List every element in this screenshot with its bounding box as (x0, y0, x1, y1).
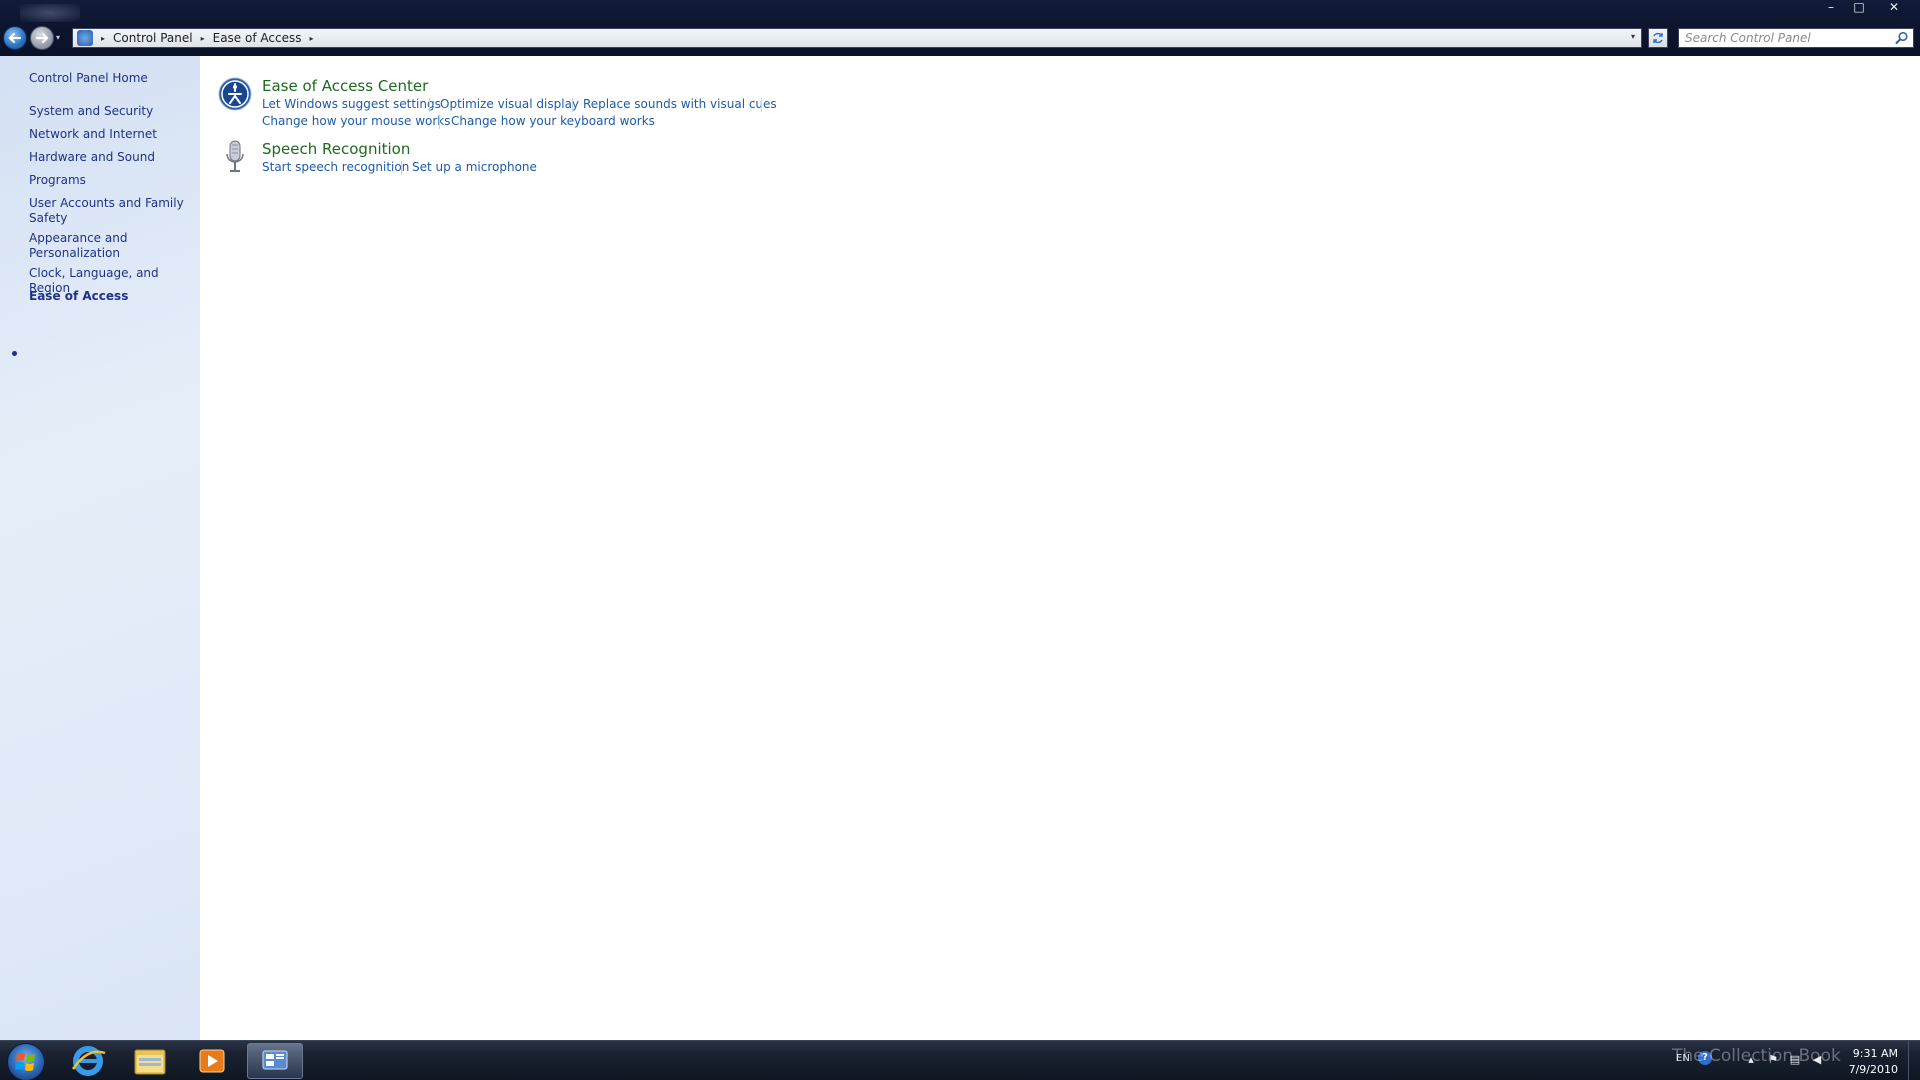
arrow-right-icon (35, 32, 49, 44)
taskbar-windows-explorer[interactable] (125, 1043, 175, 1079)
link-optimize-visual-display[interactable]: Optimize visual display (440, 97, 579, 111)
breadcrumb-separator[interactable]: ▸ (309, 34, 313, 43)
show-desktop-button[interactable] (1908, 1041, 1920, 1080)
minimize-button[interactable]: – (1818, 0, 1844, 16)
refresh-button[interactable] (1648, 28, 1668, 48)
breadcrumb-control-panel[interactable]: Control Panel (113, 31, 193, 45)
sidebar-item-network-and-internet[interactable]: Network and Internet (29, 127, 194, 142)
link-change-mouse[interactable]: Change how your mouse works (262, 114, 451, 128)
search-icon[interactable] (1895, 31, 1909, 45)
sidebar-item-hardware-and-sound[interactable]: Hardware and Sound (29, 150, 194, 165)
back-button[interactable] (3, 26, 27, 50)
breadcrumb-separator[interactable]: ▸ (201, 34, 205, 43)
forward-button[interactable] (30, 26, 54, 50)
arrow-left-icon (8, 32, 22, 44)
caption-buttons: – □ ✕ (1818, 0, 1914, 16)
link-divider (429, 98, 430, 112)
start-button[interactable] (7, 1043, 45, 1080)
link-start-speech-recognition[interactable]: Start speech recognition (262, 160, 409, 174)
taskbar-internet-explorer[interactable] (63, 1043, 113, 1079)
link-divider (761, 98, 762, 112)
maximize-button[interactable]: □ (1846, 0, 1872, 16)
watermark: The Collection Book (1672, 1046, 1841, 1066)
link-replace-sounds-with-visual-cues[interactable]: Replace sounds with visual cues (583, 97, 777, 111)
category-speech-recognition[interactable]: Speech Recognition (262, 140, 410, 158)
breadcrumb-ease-of-access[interactable]: Ease of Access (213, 31, 302, 45)
refresh-icon (1653, 32, 1663, 44)
current-section-bullet (12, 351, 17, 356)
close-button[interactable]: ✕ (1874, 0, 1914, 16)
search-input[interactable] (1679, 29, 1879, 47)
ease-of-access-icon[interactable] (218, 77, 252, 111)
control-panel-icon (262, 1050, 288, 1070)
link-divider (401, 161, 402, 175)
breadcrumb-separator[interactable]: ▸ (101, 34, 105, 43)
sidebar-item-control-panel-home[interactable]: Control Panel Home (29, 71, 194, 86)
media-player-icon (199, 1049, 225, 1073)
windows-explorer-icon (134, 1049, 166, 1075)
sidebar-item-system-and-security[interactable]: System and Security (29, 104, 194, 119)
category-ease-of-access-center[interactable]: Ease of Access Center (262, 77, 428, 95)
microphone-icon[interactable] (224, 140, 246, 176)
main-content: Ease of Access Center Let Windows sugges… (200, 56, 1920, 1040)
sidebar-item-programs[interactable]: Programs (29, 173, 194, 188)
taskbar-control-panel[interactable] (247, 1043, 303, 1079)
link-change-keyboard[interactable]: Change how your keyboard works (451, 114, 655, 128)
link-divider (439, 115, 440, 129)
clock-time: 9:31 AM (1852, 1047, 1898, 1060)
search-box[interactable] (1678, 28, 1914, 48)
window-titlebar: – □ ✕ ▾ ▸ Control Panel ▸ Ease of Access… (0, 0, 1920, 56)
titlebar-glow (20, 4, 80, 22)
address-bar[interactable]: ▸ Control Panel ▸ Ease of Access ▸ ▾ (72, 28, 1642, 48)
taskbar: EN ? ▴ ⚑ ▤ ◀ 9:31 AM 7/9/2010 (0, 1040, 1920, 1080)
link-divider (572, 98, 573, 112)
link-let-windows-suggest-settings[interactable]: Let Windows suggest settings (262, 97, 441, 111)
sidebar-item-user-accounts[interactable]: User Accounts and Family Safety (29, 196, 194, 226)
internet-explorer-icon (71, 1046, 106, 1076)
sidebar-item-appearance[interactable]: Appearance and Personalization (29, 231, 194, 261)
taskbar-media-player[interactable] (187, 1043, 237, 1079)
windows-logo-icon (15, 1053, 35, 1071)
navigation-pane: Control Panel Home System and Security N… (0, 56, 200, 1040)
recent-pages-dropdown[interactable]: ▾ (56, 33, 60, 42)
address-dropdown-button[interactable]: ▾ (1631, 32, 1635, 41)
control-panel-icon (77, 30, 93, 46)
sidebar-item-ease-of-access[interactable]: Ease of Access (29, 289, 194, 304)
link-set-up-microphone[interactable]: Set up a microphone (412, 160, 537, 174)
clock-date: 7/9/2010 (1848, 1063, 1898, 1076)
